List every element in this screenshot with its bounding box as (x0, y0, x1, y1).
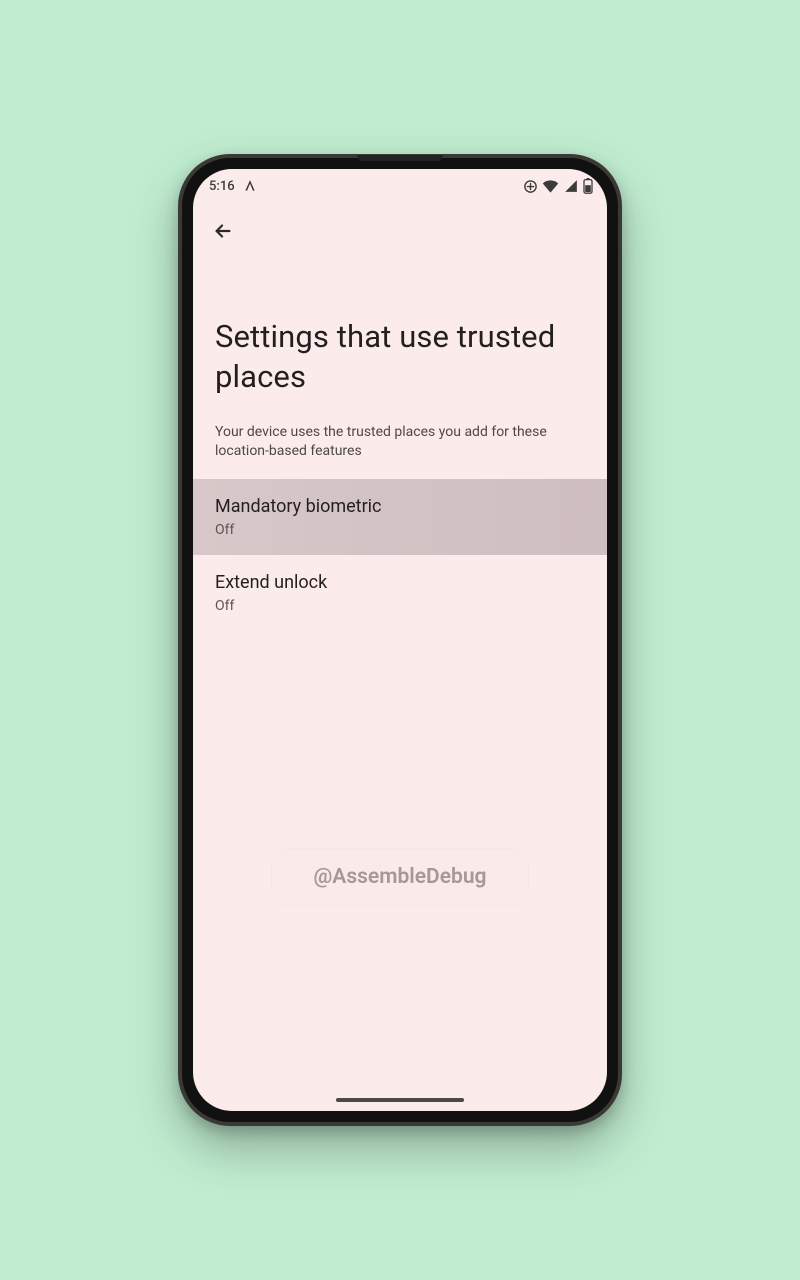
phone-bezel: 5:16 Settings that use trusted places Yo… (182, 158, 618, 1122)
setting-extend-unlock[interactable]: Extend unlock Off (193, 555, 607, 631)
phone-frame: 5:16 Settings that use trusted places Yo… (178, 154, 622, 1126)
setting-value: Off (215, 598, 585, 614)
page-title: Settings that use trusted places (193, 251, 607, 397)
setting-mandatory-biometric[interactable]: Mandatory biometric Off (193, 479, 607, 555)
setting-value: Off (215, 522, 585, 538)
status-bar-right (523, 178, 593, 194)
status-bar-left: 5:16 (209, 179, 257, 194)
back-button[interactable] (203, 211, 243, 251)
signal-hd-icon (563, 179, 579, 193)
settings-content: Settings that use trusted places Your de… (193, 251, 607, 1111)
status-bar: 5:16 (193, 169, 607, 203)
setting-title: Mandatory biometric (215, 495, 585, 519)
arrow-back-icon (212, 220, 234, 242)
speaker-grille (357, 155, 443, 161)
screen: 5:16 Settings that use trusted places Yo… (193, 169, 607, 1111)
battery-icon (583, 178, 593, 194)
wifi-icon (542, 179, 559, 193)
toolbar (193, 203, 607, 251)
app-running-icon (243, 179, 257, 193)
data-saver-icon (523, 179, 538, 194)
gesture-nav-bar[interactable] (336, 1098, 464, 1102)
status-time: 5:16 (209, 179, 235, 194)
setting-title: Extend unlock (215, 571, 585, 595)
page-subtitle: Your device uses the trusted places you … (193, 397, 607, 479)
